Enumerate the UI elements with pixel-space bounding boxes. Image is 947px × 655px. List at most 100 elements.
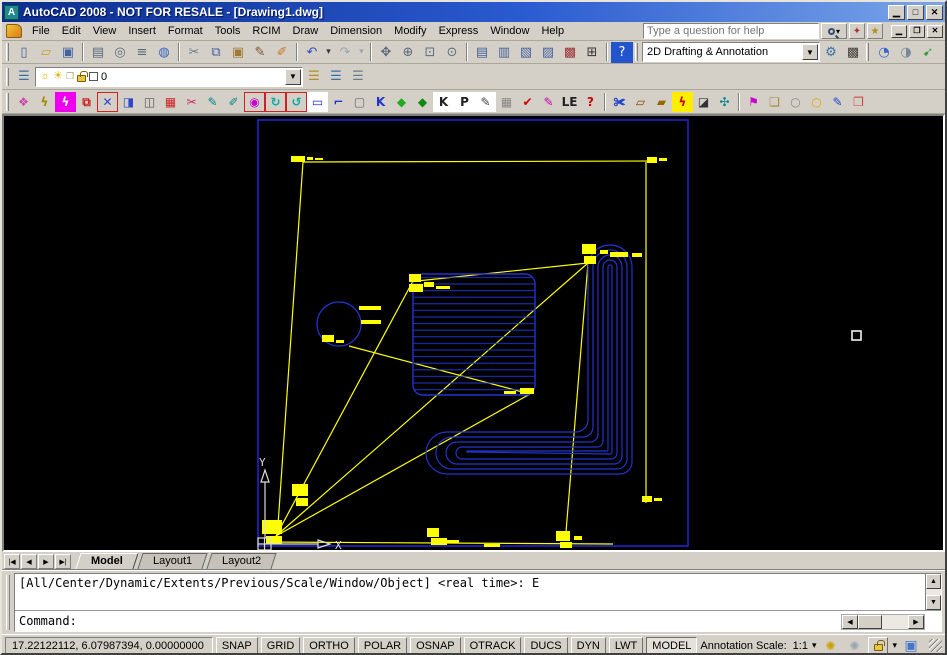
annotation-lock-button[interactable]: [868, 637, 888, 654]
annotation-scale-dropdown-icon[interactable]: ▾: [812, 640, 817, 651]
menu-express[interactable]: Express: [433, 23, 485, 39]
lock-dropdown-icon[interactable]: ▾: [892, 640, 897, 651]
command-history[interactable]: [All/Center/Dynamic/Extents/Previous/Sca…: [15, 574, 941, 611]
search-button[interactable]: ▾: [821, 23, 847, 39]
rcim-icon-29[interactable]: ✀: [609, 92, 630, 112]
osnap-toggle[interactable]: OSNAP: [410, 637, 461, 654]
plot-preview-button[interactable]: ◎: [109, 42, 131, 63]
menu-file[interactable]: File: [26, 23, 56, 39]
rcim-icon-27[interactable]: LE: [559, 92, 580, 112]
zoom-realtime-button[interactable]: ⊕: [397, 42, 419, 63]
save-button[interactable]: ▣: [57, 42, 79, 63]
sheet-set-manager-button[interactable]: ▨: [537, 42, 559, 63]
layer-properties-manager-button[interactable]: ☰: [13, 66, 35, 87]
lwt-toggle[interactable]: LWT: [609, 637, 643, 654]
rcim-icon-32[interactable]: ϟ: [672, 92, 693, 112]
menu-rcim[interactable]: RCIM: [246, 23, 286, 39]
menu-tools[interactable]: Tools: [209, 23, 247, 39]
menu-insert[interactable]: Insert: [122, 23, 162, 39]
toolbar-grip[interactable]: [866, 43, 869, 61]
resize-grip[interactable]: [929, 639, 942, 652]
rcim-icon-8[interactable]: ▦: [160, 92, 181, 112]
menu-modify[interactable]: Modify: [388, 23, 432, 39]
rcim-icon-21[interactable]: K: [433, 92, 454, 112]
command-hscrollbar[interactable]: ◀ ▶: [841, 614, 925, 630]
tab-last-button[interactable]: ▶|: [55, 554, 71, 569]
clean-screen-button[interactable]: ▣: [901, 637, 921, 654]
mdi-minimize-button[interactable]: ▁: [891, 25, 907, 38]
workspace-combo[interactable]: 2D Drafting & Annotation ▼: [642, 42, 820, 62]
app-icon[interactable]: [6, 24, 22, 38]
menu-format[interactable]: Format: [162, 23, 209, 39]
toolbar-grip[interactable]: [6, 93, 9, 111]
designcenter-button[interactable]: ▥: [493, 42, 515, 63]
layer-states-button[interactable]: ☰: [347, 66, 369, 87]
coordinates-readout[interactable]: 17.22122112, 6.07987394, 0.00000000: [5, 637, 213, 654]
rcim-icon-16[interactable]: ⌐: [328, 92, 349, 112]
rcim-icon-5[interactable]: ✕: [97, 92, 118, 112]
rcim-icon-4[interactable]: ⧉: [76, 92, 97, 112]
scroll-up-button[interactable]: ▲: [926, 574, 941, 589]
rcim-icon-33[interactable]: ◪: [693, 92, 714, 112]
rcim-icon-25[interactable]: ✔: [517, 92, 538, 112]
rcim-icon-34[interactable]: ✣: [714, 92, 735, 112]
close-button[interactable]: ✕: [926, 5, 943, 20]
scroll-right-button[interactable]: ▶: [908, 615, 924, 629]
rcim-icon-23[interactable]: ✎: [475, 92, 496, 112]
menu-help[interactable]: Help: [535, 23, 570, 39]
rcim-icon-15[interactable]: ▭: [307, 92, 328, 112]
layer-on-icon[interactable]: ☼: [40, 71, 50, 82]
layer-lock-icon[interactable]: [77, 75, 86, 82]
rcim-icon-40[interactable]: ❒: [848, 92, 869, 112]
communication-center-button[interactable]: ✦: [849, 23, 865, 39]
redo-dropdown[interactable]: ▾: [356, 42, 367, 63]
rcim-icon-11[interactable]: ✐: [223, 92, 244, 112]
zoom-window-button[interactable]: ⊡: [419, 42, 441, 63]
command-input[interactable]: Command: ◀ ▶: [15, 611, 941, 631]
toolbar-grip[interactable]: [6, 43, 9, 61]
paste-button[interactable]: ▣: [227, 42, 249, 63]
rcim-icon-3[interactable]: ϟ: [55, 92, 76, 112]
tab-next-button[interactable]: ▶: [38, 554, 54, 569]
tool-palettes-button[interactable]: ▧: [515, 42, 537, 63]
otrack-toggle[interactable]: OTRACK: [464, 637, 522, 654]
copy-button[interactable]: ⧉: [205, 42, 227, 63]
rcim-icon-6[interactable]: ◨: [118, 92, 139, 112]
mdi-close-button[interactable]: ✕: [927, 25, 943, 38]
favorites-button[interactable]: ★: [867, 23, 883, 39]
maximize-button[interactable]: □: [907, 5, 924, 20]
rcim-icon-22[interactable]: P: [454, 92, 475, 112]
free-orbit-button[interactable]: ◑: [895, 42, 917, 63]
menu-draw[interactable]: Draw: [287, 23, 325, 39]
layer-freeze-icon[interactable]: ☀: [53, 71, 63, 82]
rcim-icon-24[interactable]: ▦: [496, 92, 517, 112]
rcim-icon-10[interactable]: ✎: [202, 92, 223, 112]
command-window-grip[interactable]: [6, 575, 10, 630]
scroll-down-button[interactable]: ▼: [926, 595, 941, 610]
layer-color-swatch[interactable]: [89, 72, 98, 81]
rcim-icon-17[interactable]: ▢: [349, 92, 370, 112]
workspace-settings-button[interactable]: ⚙: [820, 42, 842, 63]
rcim-icon-19[interactable]: ◆: [391, 92, 412, 112]
rcim-icon-35[interactable]: ⚑: [743, 92, 764, 112]
rcim-icon-30[interactable]: ▱: [630, 92, 651, 112]
help-button[interactable]: ?: [611, 42, 633, 63]
minimize-button[interactable]: ▁: [888, 5, 905, 20]
rcim-icon-13[interactable]: ↻: [265, 92, 286, 112]
scroll-left-button[interactable]: ◀: [842, 615, 858, 629]
layer-combo[interactable]: ☼ ☀ ❐ 0 ▼: [35, 67, 303, 87]
hscroll-thumb[interactable]: [858, 615, 882, 629]
chevron-down-icon[interactable]: ▼: [802, 44, 818, 60]
menu-view[interactable]: View: [87, 23, 123, 39]
rcim-icon-20[interactable]: ◆: [412, 92, 433, 112]
match-properties-button[interactable]: ✎: [249, 42, 271, 63]
dyn-toggle[interactable]: DYN: [571, 637, 606, 654]
rcim-icon-12[interactable]: ◉: [244, 92, 265, 112]
chevron-down-icon[interactable]: ▼: [285, 69, 301, 85]
help-search-input[interactable]: [643, 23, 819, 39]
rcim-icon-39[interactable]: ✎: [827, 92, 848, 112]
rcim-icon-2[interactable]: ϟ: [34, 92, 55, 112]
layer-previous-button[interactable]: ☰: [325, 66, 347, 87]
annotation-autoscale-button[interactable]: ✺: [844, 637, 864, 654]
pan-button[interactable]: ✥: [375, 42, 397, 63]
